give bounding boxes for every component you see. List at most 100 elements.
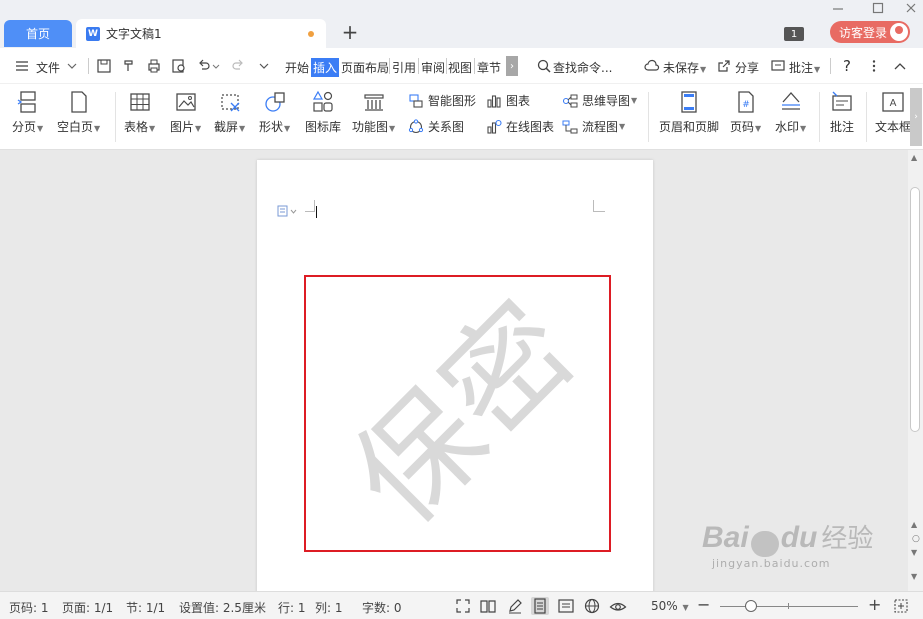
page-view-icon[interactable] <box>531 597 549 615</box>
textbox-button[interactable]: A 文本框 <box>875 90 911 135</box>
fullscreen-icon[interactable] <box>454 597 472 615</box>
print-preview-icon[interactable] <box>171 58 187 74</box>
new-tab-button[interactable]: + <box>340 22 360 42</box>
smart-art-button[interactable]: 智能图形 <box>408 92 476 109</box>
help-button[interactable]: ? <box>843 57 851 75</box>
zoom-out-button[interactable]: − <box>697 595 710 614</box>
icon-library-button[interactable]: 图标库 <box>305 90 341 135</box>
cloud-save-icon[interactable] <box>644 58 660 74</box>
share-button[interactable]: 分享 <box>735 59 759 76</box>
unsaved-status[interactable]: 未保存▼ <box>663 59 706 76</box>
shape-button[interactable]: 形状▼ <box>259 90 290 135</box>
search-icon[interactable] <box>536 58 552 74</box>
flowchart-button[interactable]: 流程图 ▼ <box>562 118 625 135</box>
header-footer-button[interactable]: 页眉和页脚 <box>659 90 719 135</box>
eye-protection-icon[interactable] <box>609 597 627 615</box>
command-search[interactable]: 查找命令... <box>553 59 612 76</box>
undo-icon[interactable] <box>196 58 212 74</box>
table-label: 表格 <box>124 120 149 134</box>
icon-library-icon <box>312 90 333 112</box>
tab-chapter[interactable]: 章节 <box>477 59 501 76</box>
online-chart-button[interactable]: 在线图表 <box>486 118 554 135</box>
tab-review[interactable]: 审阅 <box>421 59 445 76</box>
minimize-icon[interactable] <box>832 2 844 14</box>
screenshot-button[interactable]: 截屏▼ <box>214 90 245 135</box>
window-count-badge[interactable]: 1 <box>784 27 804 41</box>
page-break-button[interactable]: 分页▼ <box>12 90 43 135</box>
status-word-count[interactable]: 字数: 0 <box>362 599 402 616</box>
annotation-label: 批注 <box>830 120 855 134</box>
status-setting-value[interactable]: 设置值: 2.5厘米 <box>179 599 266 616</box>
tab-references[interactable]: 引用 <box>392 59 416 76</box>
divider <box>446 58 447 74</box>
chart-button[interactable]: 图表 <box>486 92 530 109</box>
chart-label: 图表 <box>506 94 531 108</box>
select-browse-object-icon[interactable]: ○ <box>912 534 920 544</box>
menu-row: 文件 开始 插入 页面布局 引用 审阅 视图 章节 › 查找命令... 未保存▼ <box>0 48 923 84</box>
status-page-number[interactable]: 页码: 1 <box>9 599 49 616</box>
table-button[interactable]: 表格▼ <box>124 90 155 135</box>
guest-login-button[interactable]: 访客登录 <box>830 21 910 43</box>
tab-insert[interactable]: 插入 <box>311 58 340 77</box>
paragraph-layout-icon[interactable] <box>277 205 299 217</box>
file-menu[interactable]: 文件 <box>36 59 60 76</box>
fit-page-icon[interactable] <box>892 597 910 615</box>
edit-mode-icon[interactable] <box>506 597 524 615</box>
scroll-up-icon[interactable]: ▲ <box>911 520 917 529</box>
zoom-in-button[interactable]: + <box>868 595 881 614</box>
undo-dropdown-icon[interactable] <box>212 58 228 74</box>
picture-button[interactable]: 图片▼ <box>170 90 201 135</box>
annotation-button[interactable]: 批注 <box>830 90 854 135</box>
insert-ribbon: 分页▼ 空白页▼ 表格▼ 图片▼ 截屏▼ 形状▼ 图标库 功能图▼ 智能图形 图… <box>0 84 923 150</box>
vertical-scrollbar[interactable]: ▲ ▲ ○ ▼ ▼ <box>908 150 923 591</box>
save-icon[interactable] <box>96 58 112 74</box>
writer-doc-icon: W <box>86 26 100 41</box>
zoom-slider-thumb[interactable] <box>745 600 757 612</box>
format-painter-icon[interactable] <box>121 58 137 74</box>
status-pages[interactable]: 页面: 1/1 <box>62 599 113 616</box>
scroll-down-icon[interactable]: ▼ <box>911 572 917 581</box>
outline-view-icon[interactable] <box>557 597 575 615</box>
zoom-percent[interactable]: 50% ▼ <box>651 599 689 613</box>
close-window-icon[interactable] <box>905 2 917 14</box>
comment-menu[interactable]: 批注▼ <box>789 59 820 76</box>
page-number-button[interactable]: # 页码▼ <box>730 90 761 135</box>
hamburger-menu-icon[interactable] <box>14 58 30 74</box>
status-row[interactable]: 行: 1 <box>278 599 306 616</box>
reading-mode-icon[interactable] <box>479 597 497 615</box>
redo-icon[interactable] <box>230 58 246 74</box>
maximize-icon[interactable] <box>872 2 884 14</box>
customize-toolbar-icon[interactable] <box>256 58 272 74</box>
mind-map-button[interactable]: 思维导图 ▼ <box>562 92 637 109</box>
tab-document[interactable]: W 文字文稿1 <box>76 19 326 48</box>
tab-view[interactable]: 视图 <box>448 59 472 76</box>
comment-icon[interactable] <box>770 58 786 74</box>
tab-page-layout[interactable]: 页面布局 <box>341 59 389 76</box>
chevron-down-icon[interactable] <box>64 58 80 74</box>
zoom-slider-track[interactable] <box>720 606 858 607</box>
scroll-thumb[interactable] <box>910 187 920 432</box>
status-column[interactable]: 列: 1 <box>315 599 343 616</box>
tabs-scroll-right-icon[interactable]: › <box>506 56 518 76</box>
ribbon-scroll-right-icon[interactable]: › <box>910 88 922 146</box>
header-footer-icon <box>681 91 697 113</box>
tab-start[interactable]: 开始 <box>285 59 309 76</box>
screenshot-label: 截屏 <box>214 120 239 134</box>
highlight-box <box>304 275 611 552</box>
unsaved-dot-icon <box>308 31 314 37</box>
divider <box>418 58 419 74</box>
collapse-ribbon-icon[interactable] <box>892 58 908 74</box>
print-icon[interactable] <box>146 58 162 74</box>
tab-home[interactable]: 首页 <box>4 20 72 47</box>
watermark-button[interactable]: 水印▼ <box>775 90 806 135</box>
function-chart-button[interactable]: 功能图▼ <box>352 90 395 135</box>
scroll-up-icon[interactable]: ▲ <box>911 153 917 162</box>
web-layout-icon[interactable] <box>583 597 601 615</box>
document-page[interactable]: 保密 <box>257 160 653 591</box>
more-options-icon[interactable] <box>866 58 882 74</box>
scroll-down-icon[interactable]: ▼ <box>911 548 917 557</box>
share-icon[interactable] <box>716 58 732 74</box>
blank-page-button[interactable]: 空白页▼ <box>57 90 100 135</box>
relation-chart-button[interactable]: 关系图 <box>408 118 464 135</box>
status-section[interactable]: 节: 1/1 <box>126 599 165 616</box>
